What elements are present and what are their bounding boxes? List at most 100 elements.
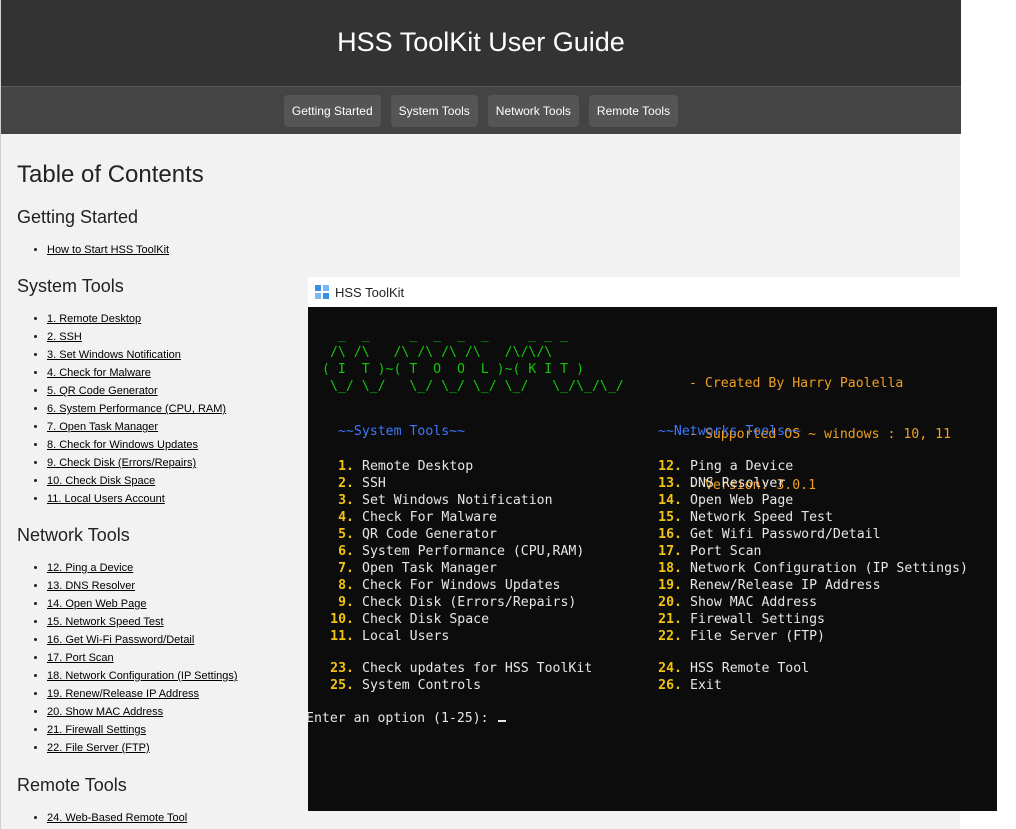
page-header: HSS ToolKit User Guide bbox=[1, 0, 961, 86]
toc-list: 1. Remote Desktop 2. SSH 3. Set Windows … bbox=[17, 310, 226, 508]
toc-link[interactable]: 10. Check Disk Space bbox=[47, 475, 155, 487]
option-label: Exit bbox=[690, 678, 722, 693]
menu-option: 19. Renew/Release IP Address bbox=[640, 577, 968, 594]
option-label: Port Scan bbox=[690, 544, 762, 559]
list-item: 24. Web-Based Remote Tool bbox=[47, 809, 187, 827]
option-label: Check Disk Space bbox=[362, 612, 490, 627]
list-item: 8. Check for Windows Updates bbox=[47, 436, 226, 454]
menu-option: 10. Check Disk Space bbox=[312, 611, 584, 628]
option-number: 19. bbox=[658, 578, 682, 593]
toc-section-system-tools: System Tools 1. Remote Desktop 2. SSH 3.… bbox=[17, 275, 226, 508]
toc-section-getting-started: Getting Started How to Start HSS ToolKit bbox=[17, 206, 169, 259]
toc-link[interactable]: 18. Network Configuration (IP Settings) bbox=[47, 670, 238, 682]
menu-option: 26. Exit bbox=[640, 677, 809, 694]
menu-option: 13. DNS Resolver bbox=[640, 475, 968, 492]
list-item: How to Start HSS ToolKit bbox=[47, 241, 169, 259]
nav-system-tools-button[interactable]: System Tools bbox=[390, 94, 478, 127]
list-item: 22. File Server (FTP) bbox=[47, 739, 238, 757]
option-number: 23. bbox=[330, 661, 354, 676]
option-number: 22. bbox=[658, 629, 682, 644]
text-cursor bbox=[497, 720, 506, 722]
list-item: 20. Show MAC Address bbox=[47, 703, 238, 721]
option-label: System Performance (CPU,RAM) bbox=[362, 544, 585, 559]
menu-option: 1. Remote Desktop bbox=[312, 458, 584, 475]
section-heading: System Tools bbox=[17, 276, 124, 296]
menu-option: 4. Check For Malware bbox=[312, 509, 584, 526]
toc-link[interactable]: 1. Remote Desktop bbox=[47, 313, 141, 325]
option-number: 4. bbox=[338, 510, 354, 525]
list-item: 19. Renew/Release IP Address bbox=[47, 685, 238, 703]
toc-link[interactable]: 19. Renew/Release IP Address bbox=[47, 688, 199, 700]
menu-option: 7. Open Task Manager bbox=[312, 560, 584, 577]
terminal-window: HSS ToolKit _ _ _ _ _ _ _ _ _ /\ /\ /\ /… bbox=[308, 277, 997, 811]
toc-section-network-tools: Network Tools 12. Ping a Device 13. DNS … bbox=[17, 524, 238, 757]
toc-link[interactable]: 16. Get Wi-Fi Password/Detail bbox=[47, 634, 194, 646]
menu-option: 8. Check For Windows Updates bbox=[312, 577, 584, 594]
toc-section-remote-tools: Remote Tools 24. Web-Based Remote Tool bbox=[17, 774, 187, 827]
option-label: Renew/Release IP Address bbox=[690, 578, 881, 593]
toc-link[interactable]: 14. Open Web Page bbox=[47, 598, 146, 610]
toc-link[interactable]: 6. System Performance (CPU, RAM) bbox=[47, 403, 226, 415]
list-item: 18. Network Configuration (IP Settings) bbox=[47, 667, 238, 685]
toc-title: Table of Contents bbox=[17, 161, 204, 188]
toc-link[interactable]: 22. File Server (FTP) bbox=[47, 742, 150, 754]
nav-remote-tools-button[interactable]: Remote Tools bbox=[588, 94, 679, 127]
toc-link[interactable]: How to Start HSS ToolKit bbox=[47, 244, 169, 256]
list-item: 11. Local Users Account bbox=[47, 490, 226, 508]
toc-link[interactable]: 3. Set Windows Notification bbox=[47, 349, 181, 361]
console-output[interactable]: _ _ _ _ _ _ _ _ _ /\ /\ /\ /\ /\ /\ /\/\… bbox=[308, 307, 997, 811]
option-label: Network Configuration (IP Settings) bbox=[690, 561, 968, 576]
list-item: 10. Check Disk Space bbox=[47, 472, 226, 490]
list-item: 14. Open Web Page bbox=[47, 595, 238, 613]
menu-option: 11. Local Users bbox=[312, 628, 584, 645]
option-label: Check Disk (Errors/Repairs) bbox=[362, 595, 577, 610]
option-number: 6. bbox=[338, 544, 354, 559]
menu-option: 16. Get Wifi Password/Detail bbox=[640, 526, 968, 543]
info-line: - Created By Harry Paolella bbox=[689, 376, 904, 391]
command-prompt[interactable]: Enter an option (1-25): bbox=[308, 711, 506, 726]
prompt-text: Enter an option (1-25): bbox=[308, 711, 497, 726]
option-number: 3. bbox=[338, 493, 354, 508]
option-number: 1. bbox=[338, 459, 354, 474]
option-label: HSS Remote Tool bbox=[690, 661, 810, 676]
toc-link[interactable]: 21. Firewall Settings bbox=[47, 724, 146, 736]
menu-option: 2. SSH bbox=[312, 475, 584, 492]
list-item: 9. Check Disk (Errors/Repairs) bbox=[47, 454, 226, 472]
option-label: Local Users bbox=[362, 629, 450, 644]
option-label: Get Wifi Password/Detail bbox=[690, 527, 881, 542]
toc-link[interactable]: 24. Web-Based Remote Tool bbox=[47, 812, 187, 824]
nav-network-tools-button[interactable]: Network Tools bbox=[487, 94, 579, 127]
toc-link[interactable]: 7. Open Task Manager bbox=[47, 421, 158, 433]
toc-link[interactable]: 12. Ping a Device bbox=[47, 562, 133, 574]
menu-option: 23. Check updates for HSS ToolKit bbox=[312, 660, 592, 677]
toc-link[interactable]: 20. Show MAC Address bbox=[47, 706, 163, 718]
nav-getting-started-button[interactable]: Getting Started bbox=[283, 94, 381, 127]
option-number: 18. bbox=[658, 561, 682, 576]
toc-link[interactable]: 5. QR Code Generator bbox=[47, 385, 158, 397]
toc-link[interactable]: 2. SSH bbox=[47, 331, 82, 343]
option-number: 15. bbox=[658, 510, 682, 525]
system-tools-menu: 1. Remote Desktop 2. SSH 3. Set Windows Notif… bbox=[312, 458, 584, 645]
menu-option: 25. System Controls bbox=[312, 677, 592, 694]
list-item: 4. Check for Malware bbox=[47, 364, 226, 382]
window-titlebar[interactable]: HSS ToolKit bbox=[308, 277, 997, 307]
menu-option: 3. Set Windows Notification bbox=[312, 492, 584, 509]
toc-link[interactable]: 15. Network Speed Test bbox=[47, 616, 164, 628]
menu-option: 9. Check Disk (Errors/Repairs) bbox=[312, 594, 584, 611]
toc-link[interactable]: 8. Check for Windows Updates bbox=[47, 439, 198, 451]
menu-option: 18. Network Configuration (IP Settings) bbox=[640, 560, 968, 577]
toc-list: 12. Ping a Device 13. DNS Resolver 14. O… bbox=[17, 559, 238, 757]
option-number: 5. bbox=[338, 527, 354, 542]
toc-link[interactable]: 17. Port Scan bbox=[47, 652, 114, 664]
toc-link[interactable]: 13. DNS Resolver bbox=[47, 580, 135, 592]
menu-option: 6. System Performance (CPU,RAM) bbox=[312, 543, 584, 560]
toc-link[interactable]: 4. Check for Malware bbox=[47, 367, 151, 379]
toc-link[interactable]: 9. Check Disk (Errors/Repairs) bbox=[47, 457, 196, 469]
list-item: 15. Network Speed Test bbox=[47, 613, 238, 631]
option-label: Open Task Manager bbox=[362, 561, 497, 576]
option-label: SSH bbox=[362, 476, 386, 491]
option-label: Ping a Device bbox=[690, 459, 794, 474]
toc-link[interactable]: 11. Local Users Account bbox=[47, 493, 165, 505]
option-label: QR Code Generator bbox=[362, 527, 497, 542]
extra-options-left: 23. Check updates for HSS ToolKit 25. Syste… bbox=[312, 660, 592, 694]
